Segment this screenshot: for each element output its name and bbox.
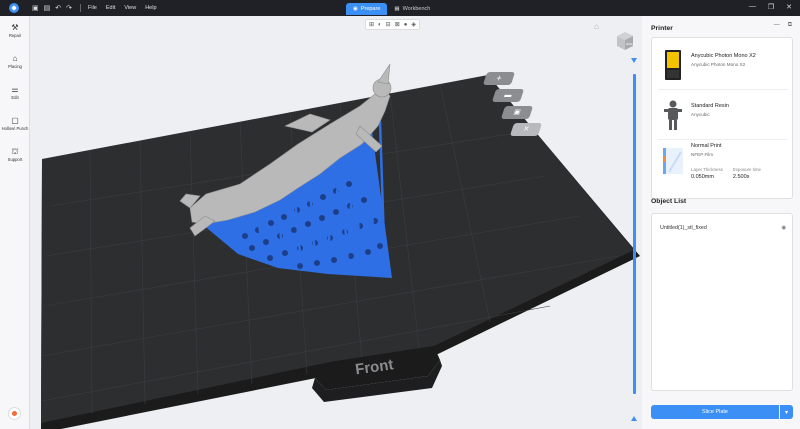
sliders-icon: ⚌ <box>11 85 19 95</box>
layer-thickness-value: 0.050mm <box>691 174 714 180</box>
support-icon: ⛫ <box>11 147 19 157</box>
delete-button[interactable]: ✕ <box>509 123 543 136</box>
layer-slider[interactable] <box>631 58 637 421</box>
machine-sub: Anycubic Photon Mono X2 <box>691 62 746 67</box>
app-logo-icon <box>9 3 19 13</box>
add-model-button[interactable]: + <box>482 72 516 85</box>
visibility-eye-icon[interactable]: ◉ <box>781 225 786 231</box>
solid-view-icon[interactable]: ● <box>404 22 408 28</box>
tool-placing[interactable]: ⌂ Placing <box>0 47 30 78</box>
import-button[interactable]: ▬ <box>491 89 525 102</box>
panel-minimize-icon[interactable]: — <box>774 22 780 29</box>
printer-section-title: Printer <box>651 25 673 32</box>
layer-thickness-label: Layer Thickness <box>691 167 723 172</box>
perspective-icon[interactable]: ⊞ <box>369 21 374 28</box>
menu-help[interactable]: Help <box>145 5 156 11</box>
machine-name: Anycubic Photon Mono X2 <box>691 53 756 59</box>
hollow-icon: ▢ <box>11 116 19 126</box>
floating-tools: + ▬ ▣ ✕ <box>482 72 543 136</box>
printer-machine-icon <box>665 50 681 80</box>
resin-sub: Anycubic <box>691 112 710 117</box>
home-view-icon[interactable]: ⌂ <box>594 22 599 31</box>
list-item[interactable]: Untitled(1)_stl_fixed ◉ <box>660 225 786 231</box>
view-cube[interactable]: RIGHT <box>614 30 636 52</box>
tool-support[interactable]: ⛫ Support <box>0 140 30 171</box>
slice-options-chevron-down-icon[interactable]: ▾ <box>780 405 793 419</box>
tool-repair-label: Repair <box>8 33 22 39</box>
object-list-title: Object List <box>651 198 687 205</box>
object-name: Untitled(1)_stl_fixed <box>660 225 707 231</box>
workbench-icon: ▦ <box>394 6 400 12</box>
redo-icon[interactable]: ↷ <box>66 5 72 12</box>
tool-edit[interactable]: ⚌ Edit <box>0 78 30 109</box>
tool-repair[interactable]: ⚒ Repair <box>0 16 30 47</box>
film-icon <box>663 148 683 174</box>
minimize-icon[interactable]: — <box>749 3 756 11</box>
undo-icon[interactable]: ↶ <box>55 5 61 12</box>
profile-name: Normal Print <box>691 143 722 149</box>
layer-view-icon[interactable]: ⊟ <box>386 21 391 28</box>
color-view-icon[interactable]: ◈ <box>411 21 416 28</box>
left-toolbar: ⚒ Repair ⌂ Placing ⚌ Edit ▢ Hollow\ Punc… <box>0 16 30 429</box>
3d-viewport[interactable]: Front ⊞ ◐ ⊟ ⊠ ● ◈ ⌂ RIGHT + ▬ ▣ ✕ <box>30 16 642 429</box>
view-cube-label: RIGHT <box>626 42 636 46</box>
object-list: Untitled(1)_stl_fixed ◉ <box>651 213 793 391</box>
prepare-icon: ◉ <box>353 6 358 12</box>
printer-divider <box>658 139 788 140</box>
menu-file[interactable]: File <box>88 5 97 11</box>
title-bar: ▣ ▤ ↶ ↷ File Edit View Help ◉ Prepare ▦ … <box>0 0 800 16</box>
resin-name: Standard Resin <box>691 103 729 109</box>
tab-prepare-label: Prepare <box>360 6 381 12</box>
new-file-icon[interactable]: ▣ <box>32 5 39 12</box>
resin-figure-icon <box>664 100 682 130</box>
resin-row[interactable]: Standard Resin Anycubic <box>652 96 792 134</box>
machine-row[interactable]: Anycubic Photon Mono X2 Anycubic Photon … <box>652 46 792 84</box>
tool-hollow-punch-label: Hollow\ Punch <box>1 126 29 132</box>
scene-svg: Front <box>41 63 640 429</box>
panel-popout-icon[interactable]: ⧉ <box>788 22 792 29</box>
close-icon[interactable]: ✕ <box>786 3 792 11</box>
slice-plate-button[interactable]: Slice Plate <box>651 405 779 419</box>
layer-slider-track <box>633 74 636 394</box>
save-icon[interactable]: ▤ <box>44 5 51 12</box>
exposure-time-stat: Exposure time 2.500s <box>733 167 761 180</box>
exposure-time-value: 2.500s <box>732 174 750 180</box>
profile-row[interactable]: Normal Print NFEP Film Layer Thickness 0… <box>652 142 792 180</box>
wrench-icon: ⚒ <box>11 23 19 33</box>
menu-view[interactable]: View <box>124 5 136 11</box>
status-indicator-icon[interactable] <box>8 407 21 420</box>
view-toolbar: ⊞ ◐ ⊟ ⊠ ● ◈ <box>365 19 420 30</box>
tab-workbench-label: Workbench <box>402 6 431 12</box>
profile-sub: NFEP Film <box>691 152 714 157</box>
placing-icon: ⌂ <box>12 54 18 64</box>
menu-edit[interactable]: Edit <box>106 5 115 11</box>
tool-edit-label: Edit <box>11 95 19 101</box>
layer-thickness-stat: Layer Thickness 0.050mm <box>691 167 723 180</box>
toolbar-divider <box>80 4 81 12</box>
right-panel: Printer — ⧉ Anycubic Photon Mono X2 Anyc… <box>642 16 800 429</box>
tool-support-label: Support <box>7 157 23 163</box>
restore-icon[interactable]: ❐ <box>768 3 774 11</box>
printer-divider <box>658 89 788 90</box>
printer-card[interactable]: Anycubic Photon Mono X2 Anycubic Photon … <box>651 37 793 199</box>
lock-button[interactable]: ▣ <box>500 106 534 119</box>
tab-prepare[interactable]: ◉ Prepare <box>346 3 388 15</box>
wireframe-icon[interactable]: ⊠ <box>395 21 400 28</box>
render-mode-icon[interactable]: ◐ <box>378 22 382 28</box>
tool-placing-label: Placing <box>8 64 22 70</box>
tool-hollow-punch[interactable]: ▢ Hollow\ Punch <box>0 109 30 140</box>
tab-workbench[interactable]: ▦ Workbench <box>387 3 437 15</box>
exposure-time-label: Exposure time <box>732 167 761 172</box>
